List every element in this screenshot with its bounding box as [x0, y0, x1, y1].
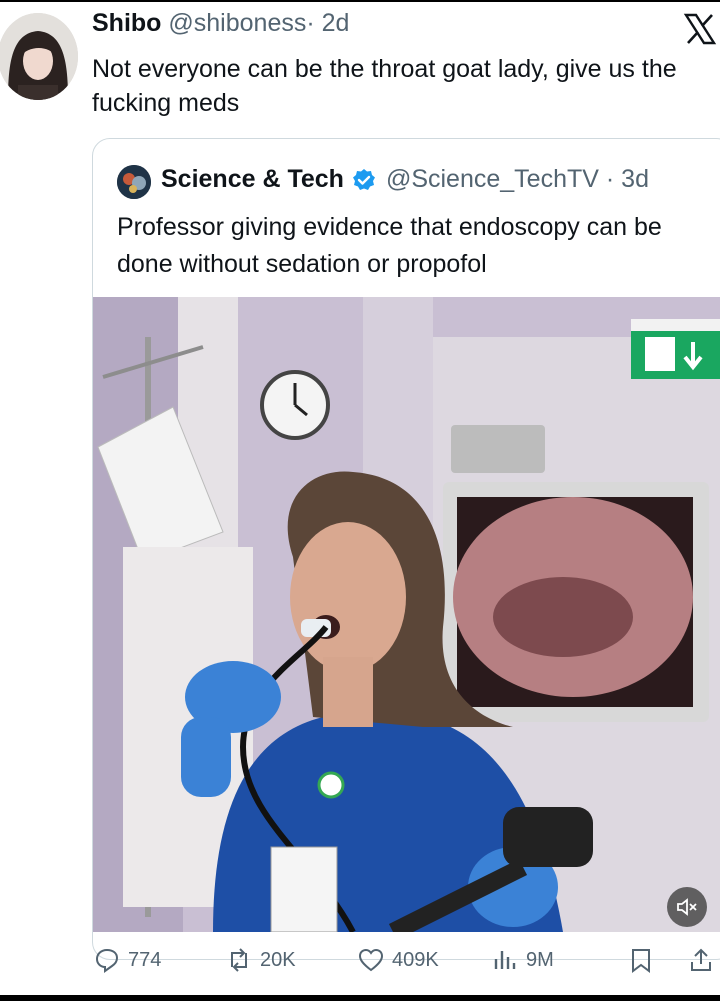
tweet-card: Shibo @shiboness· 2d Not everyone can be…: [0, 2, 720, 995]
mute-icon: [677, 898, 697, 916]
quoted-timestamp[interactable]: · 3d: [606, 165, 649, 194]
avatar[interactable]: [0, 13, 78, 100]
quoted-text: Professor giving evidence that endoscopy…: [117, 213, 662, 278]
bookmark-icon: [632, 949, 650, 973]
tweet-actions: 774 20K 409K 9M: [0, 947, 720, 981]
video-media[interactable]: [93, 297, 720, 932]
quoted-avatar[interactable]: [117, 165, 151, 199]
quoted-tweet[interactable]: Science & Tech @Science_TechTV · 3d Prof…: [92, 138, 720, 960]
handle[interactable]: @shiboness: [168, 9, 306, 37]
quoted-handle[interactable]: @Science_TechTV: [386, 165, 599, 194]
views-button[interactable]: 9M: [492, 947, 554, 973]
reply-icon: [95, 948, 119, 973]
reply-button[interactable]: 774: [94, 947, 161, 973]
wall-clock-icon: [260, 370, 330, 440]
display-name[interactable]: Shibo: [92, 9, 161, 37]
views-icon: [494, 951, 516, 969]
reply-count: 774: [128, 948, 162, 971]
share-icon: [691, 948, 711, 971]
like-button[interactable]: 409K: [358, 947, 439, 973]
bookmark-button[interactable]: [628, 947, 654, 973]
quoted-display-name[interactable]: Science & Tech: [161, 165, 344, 194]
repost-icon: [231, 948, 247, 972]
quoted-header: Science & Tech @Science_TechTV · 3d: [161, 165, 649, 194]
mute-button[interactable]: [667, 887, 707, 927]
share-button[interactable]: [688, 947, 714, 973]
repost-count: 20K: [260, 948, 296, 971]
like-count: 409K: [392, 948, 439, 971]
repost-button[interactable]: 20K: [226, 947, 296, 973]
exit-sign-icon: [631, 319, 720, 379]
tweet-text: Not everyone can be the throat goat lady…: [92, 55, 677, 117]
views-count: 9M: [526, 948, 554, 971]
x-logo-icon: [683, 13, 717, 45]
verified-badge-icon: [352, 168, 375, 190]
like-icon: [358, 948, 384, 972]
timestamp[interactable]: · 2d: [306, 9, 349, 37]
tweet-header: Shibo @shiboness· 2d: [92, 9, 349, 38]
